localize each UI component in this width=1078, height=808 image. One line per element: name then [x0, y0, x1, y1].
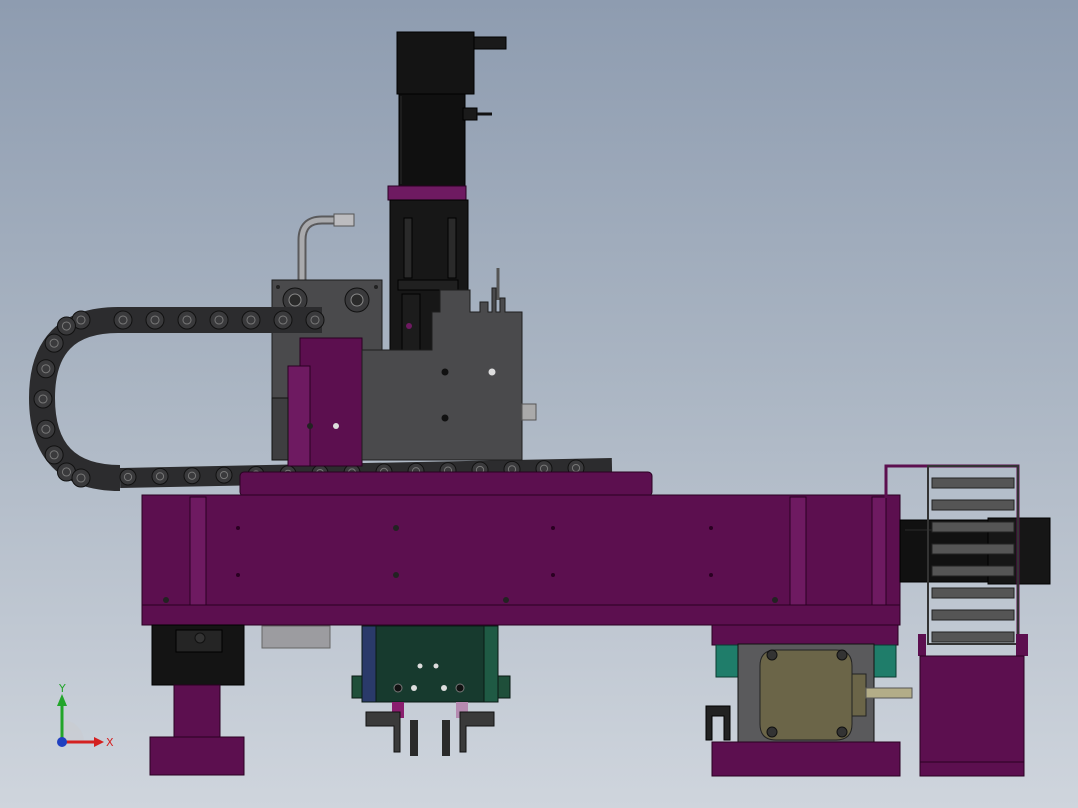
chain-link [44, 333, 64, 353]
chain-link [36, 419, 56, 439]
chain-rung [931, 587, 1015, 599]
chain-link [119, 468, 137, 486]
chain-link [177, 310, 197, 330]
chain-link [36, 359, 56, 379]
chain-link [44, 445, 64, 465]
chain-rung [931, 543, 1015, 555]
chain-rung [931, 565, 1015, 577]
gantry-assembly-model[interactable] [0, 0, 1078, 808]
left-support-leg [149, 624, 245, 776]
chain-link [305, 310, 325, 330]
main-horizontal-beam [141, 494, 901, 626]
chain-rung [931, 609, 1015, 621]
cad-viewport[interactable]: Y X [0, 0, 1078, 808]
chain-link [71, 468, 91, 488]
chain-rung [931, 631, 1015, 643]
vertical-servo-motor [396, 31, 507, 187]
chain-link [113, 310, 133, 330]
chain-link [151, 467, 169, 485]
chain-rung [931, 499, 1015, 511]
cylinder-gray [261, 625, 331, 649]
chain-link [56, 316, 76, 336]
chain-rung [931, 477, 1015, 489]
motor-flange [387, 185, 467, 201]
chain-rung [931, 521, 1015, 533]
origin-point [57, 737, 67, 747]
chain-link [273, 310, 293, 330]
x-axis-label: X [106, 736, 114, 749]
y-axis-stepper-motor [705, 624, 913, 777]
chain-link [241, 310, 261, 330]
chain-link [145, 310, 165, 330]
z-slide-block [361, 268, 537, 461]
y-axis-arrowhead [57, 694, 67, 706]
chain-link [209, 310, 229, 330]
right-support-leg [918, 634, 1028, 777]
chain-link [33, 389, 53, 409]
cable-hose [297, 213, 355, 282]
x-carriage-plate [239, 471, 653, 497]
y-axis-label: Y [58, 682, 66, 695]
chain-link [215, 466, 233, 484]
x-axis-arrowhead [94, 737, 104, 747]
pneumatic-gripper [351, 625, 511, 756]
coordinate-triad: Y X [57, 682, 114, 749]
chain-link [183, 467, 201, 485]
